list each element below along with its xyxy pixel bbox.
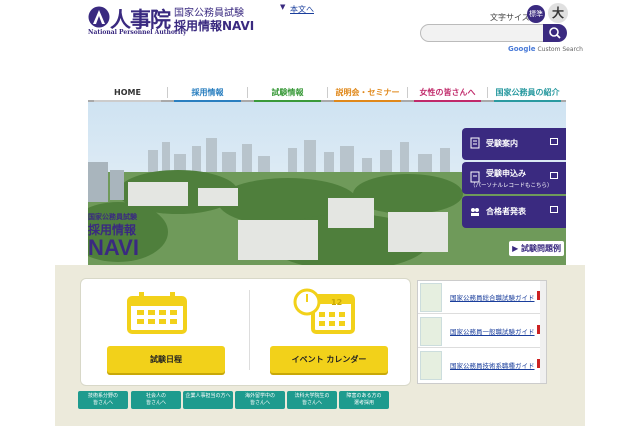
custom-search-text: Custom Search [537,46,583,53]
guide-thumbnail [420,317,442,346]
font-size-large-button[interactable]: 大 [548,3,568,23]
event-calendar-icon [293,288,355,334]
nav-separator [327,87,328,98]
hero-title-big: NAVI [88,235,139,260]
exam-application-button[interactable]: 受験申込み （パーソナルレコードもこちら） [462,162,566,194]
site-name-line2: 採用情報NAVI [174,19,255,33]
past-exams-link[interactable]: ▶ 試験問題例 [509,241,564,256]
google-logo: Google [508,45,536,53]
nav-item[interactable]: 説明会・セミナー [328,85,407,100]
skip-to-content-link[interactable]: 本文へ [290,4,314,15]
exam-guide-list: 国家公務員総合職試験ガイド 国家公務員一般職試験ガイド 国家公務員技術系職種ガイ… [417,280,547,384]
nav-item[interactable]: 国家公務員の紹介 [488,85,567,100]
calendar-day-number: 12 [331,298,343,307]
guide-item[interactable]: 国家公務員一般職試験ガイド [418,315,546,348]
nav-item[interactable]: HOME [88,85,167,100]
audience-link-button[interactable]: 法科大学院生の 皆さんへ [287,391,337,409]
audience-link-button[interactable]: 企業人事担当の方へ [183,391,233,409]
triangle-down-icon: ▼ [280,3,286,11]
exam-guide-label: 受験案内 [486,139,518,148]
nav-item[interactable]: 採用情報 [168,85,247,100]
audience-link-button[interactable]: 社会人の 皆さんへ [131,391,181,409]
guide-item[interactable]: 国家公務員技術系職種ガイド [418,349,546,382]
audience-link-button[interactable]: 障害のある方の 選考採用 [339,391,389,409]
past-exams-label: 試験問題例 [521,244,561,253]
guide-link[interactable]: 国家公務員総合職試験ガイド [450,292,535,302]
search-icon [549,27,561,39]
external-link-icon [550,138,558,145]
guide-link[interactable]: 国家公務員技術系職種ガイド [450,360,535,370]
global-nav: HOME 採用情報 試験情報 説明会・セミナー 女性の皆さんへ 国家公務員の紹介 [88,85,566,102]
hero-banner: 国家公務員試験 採用情報 NAVI 受験案内 受験申込み （パーソナルレコードも… [88,102,566,265]
results-announcement-label: 合格者発表 [486,207,526,216]
audience-link-button[interactable]: 海外留学中の 皆さんへ [235,391,285,409]
people-icon [471,208,479,216]
exam-guide-button[interactable]: 受験案内 [462,128,566,160]
nav-separator [487,87,488,98]
exam-application-label: 受験申込み [486,169,526,178]
guide-thumbnail [420,351,442,380]
event-calendar-button[interactable]: イベント カレンダー [270,346,388,373]
guide-item[interactable]: 国家公務員総合職試験ガイド [418,281,546,314]
results-announcement-button[interactable]: 合格者発表 [462,196,566,228]
guide-list-scrollbar[interactable] [540,281,546,383]
custom-search-credit: Google Custom Search [508,45,583,53]
search-button[interactable] [543,24,567,42]
audience-link-button[interactable]: 技術系分野の 皆さんへ [78,391,128,409]
card-divider [249,290,250,370]
site-logo[interactable]: 人事院 National Personnel Authority 国家公務員試験… [88,4,288,38]
calendar-icon [127,292,187,334]
nav-separator [407,87,408,98]
guide-thumbnail [420,283,442,312]
exam-schedule-button[interactable]: 試験日程 [107,346,225,373]
guide-link[interactable]: 国家公務員一般職試験ガイド [450,326,535,336]
nav-separator [247,87,248,98]
logo-sub-text: National Personnel Authority [88,29,187,36]
nav-item[interactable]: 試験情報 [248,85,327,100]
external-link-icon [550,172,558,179]
exam-application-sublabel: （パーソナルレコードもこちら） [470,183,553,189]
external-link-icon [550,206,558,213]
font-size-standard-button[interactable]: 標準 [527,5,545,23]
search-input[interactable] [420,24,544,42]
nav-separator [167,87,168,98]
font-size-label: 文字サイズ [490,13,530,22]
document-icon [470,137,480,149]
nav-item[interactable]: 女性の皆さんへ [408,85,487,100]
npa-emblem-icon [88,6,110,28]
